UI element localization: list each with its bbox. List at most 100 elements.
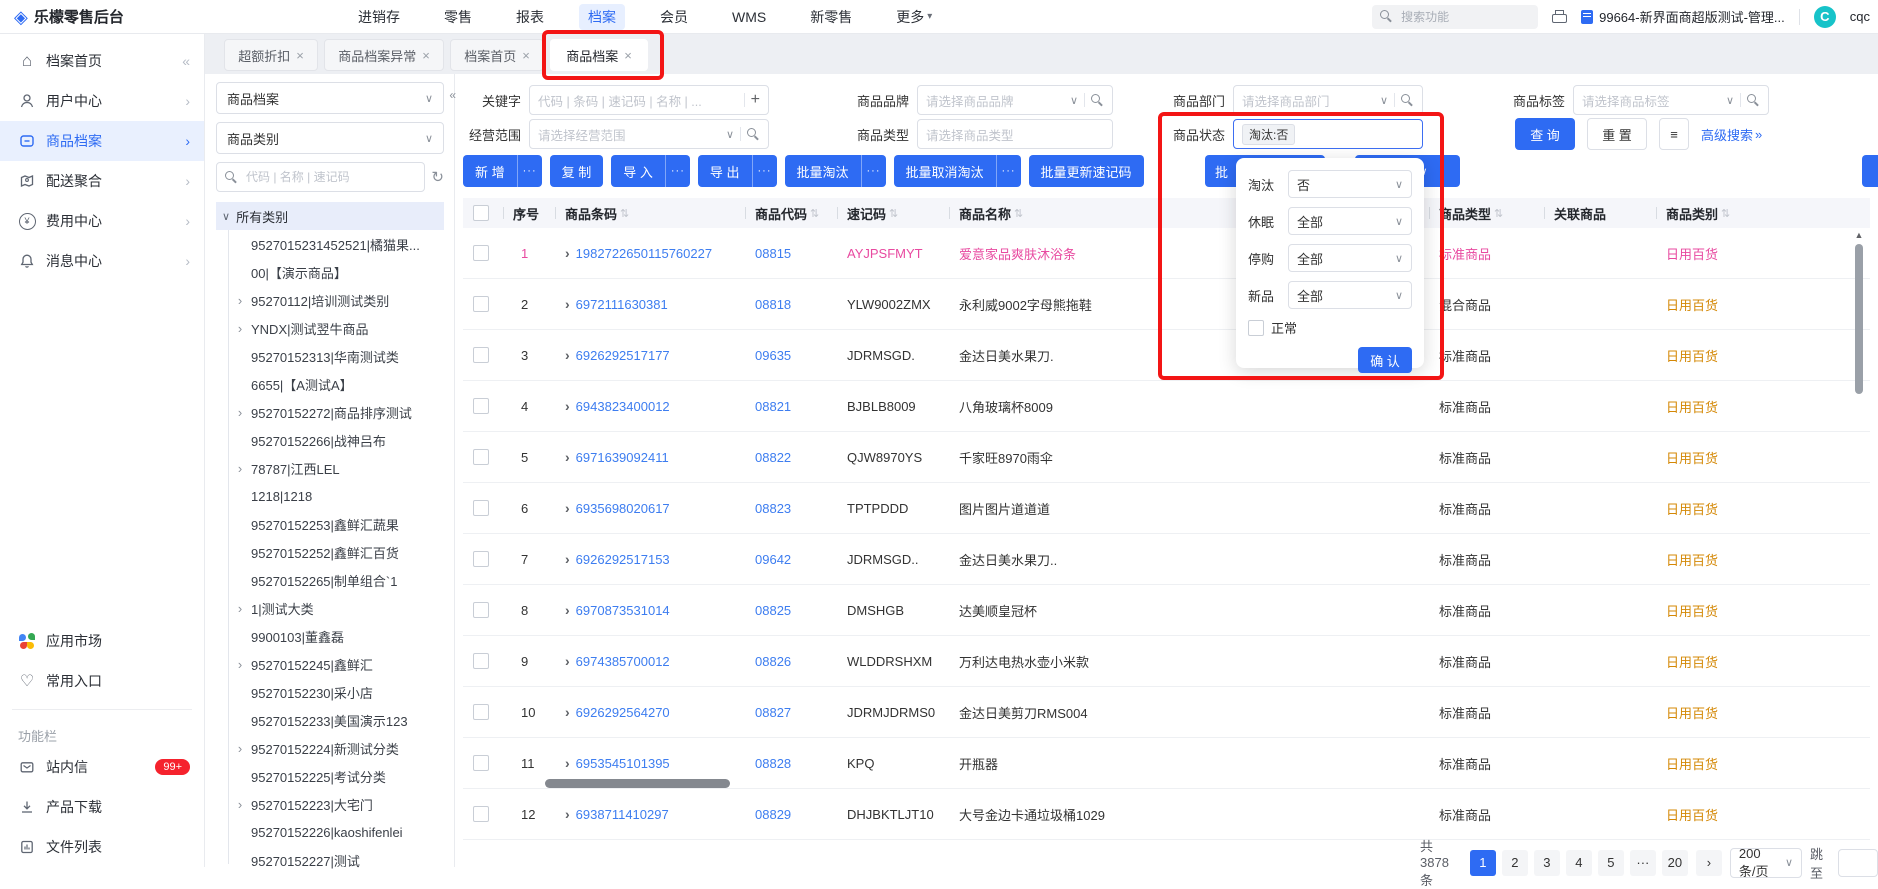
toolbar-button[interactable]: 导 入 ··· [611,155,690,187]
row-checkbox[interactable] [473,347,489,363]
sidebar-item-message-center[interactable]: 消息中心 › [0,241,204,281]
tree-item[interactable]: › 95270152233|美国演示123 [224,706,444,734]
tree-item[interactable]: › 95270152266|战神吕布 [224,426,444,454]
sort-icon[interactable]: ⇅ [889,207,898,220]
nav-item[interactable]: 报表 [507,4,553,30]
row-checkbox[interactable] [473,245,489,261]
code-link[interactable]: 08823 [755,501,791,516]
tree-item[interactable]: › 95270112|培训测试类别 [224,286,444,314]
code-link[interactable]: 08822 [755,450,791,465]
nav-item[interactable]: WMS [723,6,775,28]
nav-item[interactable]: 档案 [579,3,625,30]
code-link[interactable]: 08821 [755,399,791,414]
code-link[interactable]: 09635 [755,348,791,363]
sidebar-item-app-market[interactable]: 应用市场 [0,621,204,661]
expand-icon[interactable]: › [234,656,246,672]
col-header-category[interactable]: 商品类别 [1666,204,1718,223]
new-product-select[interactable]: 全部 ∨ [1288,281,1412,309]
row-checkbox[interactable] [473,653,489,669]
barcode-link[interactable]: 6935698020617 [576,501,670,516]
sidebar-item-product-download[interactable]: 产品下载 [0,787,204,827]
code-link[interactable]: 08827 [755,705,791,720]
open-caret-icon[interactable]: ∨ [222,210,230,223]
tree-item[interactable]: › 95270152223|大宅门 [224,790,444,818]
code-link[interactable]: 08825 [755,603,791,618]
page-button[interactable]: 2 [1501,849,1528,876]
collapse-sidebar-icon[interactable]: « [182,53,190,69]
tree-root-all-categories[interactable]: ∨ 所有类别 [216,202,444,230]
nav-item[interactable]: 会员 [651,4,697,30]
sort-icon[interactable]: ⇅ [1721,207,1730,220]
tag-select[interactable]: 请选择商品标签 ∨ [1573,85,1769,115]
tree-item[interactable]: › 95270152226|kaoshifenlei [224,818,444,846]
tab-archive-home[interactable]: 档案首页 × [450,39,544,71]
sidebar-item-favorites[interactable]: ♡ 常用入口 [0,661,204,701]
tree-item[interactable]: › 95270152272|商品排序测试 [224,398,444,426]
barcode-link[interactable]: 6953545101395 [576,756,670,771]
search-icon[interactable] [1091,93,1104,107]
code-link[interactable]: 08829 [755,807,791,822]
tree-item[interactable]: › 95270152227|测试 [224,846,444,874]
expand-row-icon[interactable]: › [565,449,570,465]
expand-icon[interactable]: › [234,740,246,756]
more-options-icon[interactable]: ··· [860,155,886,187]
advanced-search-link[interactable]: 高级搜索 » [1701,125,1762,144]
barcode-link[interactable]: 6943823400012 [576,399,670,414]
page-button[interactable]: 3 [1533,849,1560,876]
row-checkbox[interactable] [473,551,489,567]
expand-row-icon[interactable]: › [565,704,570,720]
tree-item[interactable]: › 95270152245|鑫鲜汇 [224,650,444,678]
panel-collapse-icon[interactable]: « [449,88,456,102]
tree-item[interactable]: › 9900103|董鑫磊 [224,622,444,650]
toolbar-button[interactable]: 批量取消淘汰 ··· [893,155,1021,187]
user-avatar[interactable]: C [1813,5,1836,28]
barcode-link[interactable]: 1982722650115760227 [576,246,712,261]
next-page-button[interactable]: › [1695,849,1722,876]
expand-row-icon[interactable]: › [565,296,570,312]
tab-goods-abnormal[interactable]: 商品档案异常 × [324,39,444,71]
department-select[interactable]: 请选择商品部门 ∨ [1233,85,1423,115]
printer-icon[interactable] [1552,9,1568,24]
code-link[interactable]: 09642 [755,552,791,567]
close-icon[interactable]: × [624,48,632,63]
page-button[interactable]: ··· [1629,849,1656,876]
sort-icon[interactable]: ⇅ [1494,207,1503,220]
sidebar-item-archive-home[interactable]: ⌂ 档案首页 « [0,41,204,81]
page-button[interactable]: 5 [1597,849,1624,876]
dormant-select[interactable]: 全部 ∨ [1288,207,1412,235]
code-link[interactable]: 08818 [755,297,791,312]
status-input[interactable]: 淘汰:否 [1233,119,1423,149]
expand-icon[interactable]: › [234,320,246,336]
tree-item[interactable]: › 78787|江西LEL [224,454,444,482]
barcode-link[interactable]: 6972111630381 [576,297,668,312]
close-icon[interactable]: × [296,48,304,63]
more-options-icon[interactable]: ··· [664,155,690,187]
sort-icon[interactable]: ⇅ [810,207,819,220]
close-icon[interactable]: × [522,48,530,63]
close-icon[interactable]: × [422,48,430,63]
stop-purchase-select[interactable]: 全部 ∨ [1288,244,1412,272]
sidebar-item-fee-center[interactable]: ¥ 费用中心 › [0,201,204,241]
plus-icon[interactable]: + [751,91,760,109]
toolbar-button[interactable]: 复 制 [549,155,604,187]
tree-item[interactable]: › 95270152225|考试分类 [224,762,444,790]
sort-icon[interactable]: ⇅ [1014,207,1023,220]
tree-item[interactable]: › 95270152253|鑫鲜汇蔬果 [224,510,444,538]
page-size-select[interactable]: 200 条/页 ∨ [1729,846,1803,879]
barcode-link[interactable]: 6974385700012 [576,654,670,669]
tree-item[interactable]: › 1|测试大类 [224,594,444,622]
col-header-barcode[interactable]: 商品条码 [565,204,617,223]
category-search[interactable] [216,162,426,192]
expand-row-icon[interactable]: › [565,755,570,771]
expand-row-icon[interactable]: › [565,500,570,516]
toolbar-button[interactable]: 导 出 ··· [697,155,777,187]
search-icon[interactable] [1747,93,1760,107]
barcode-link[interactable]: 6926292517153 [576,552,670,567]
scroll-up-icon[interactable]: ▲ [1854,230,1864,240]
expand-icon[interactable]: › [234,460,246,476]
row-checkbox[interactable] [473,704,489,720]
row-checkbox[interactable] [473,806,489,822]
tab-overdiscount[interactable]: 超额折扣 × [224,39,318,71]
category-mode-select[interactable]: 商品类别 ∨ [216,122,444,154]
code-link[interactable]: 08815 [755,246,791,261]
